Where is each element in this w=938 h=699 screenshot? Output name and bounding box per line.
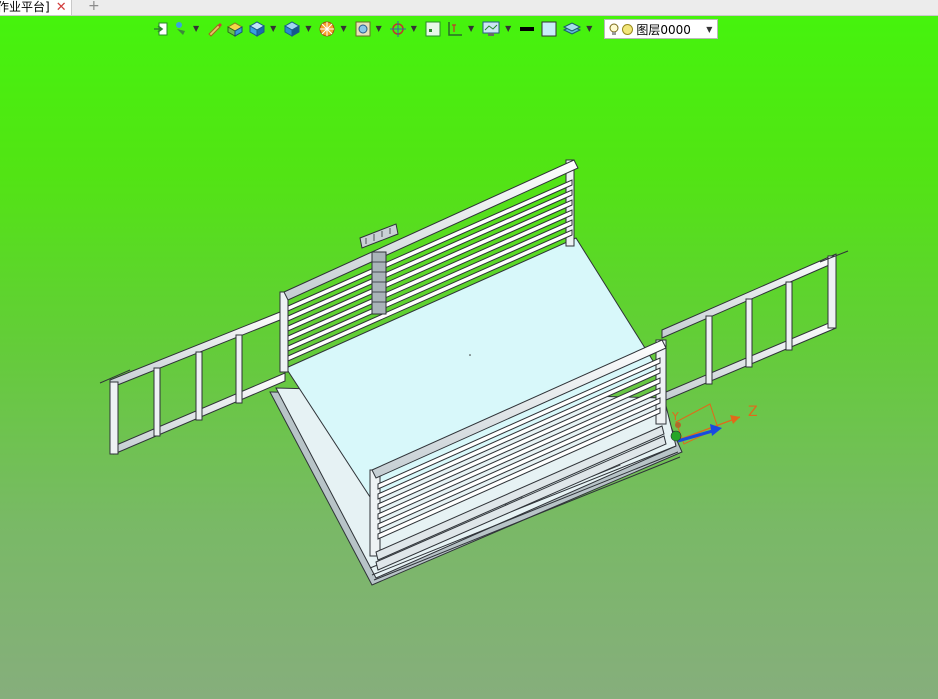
document-tab-bar: 作业平台] ✕ + xyxy=(0,0,938,16)
axis-z-label: Z xyxy=(748,404,758,420)
layer-dropdown-icon[interactable]: ▼ xyxy=(586,19,592,39)
frame-icon[interactable] xyxy=(423,19,443,39)
view-icon[interactable] xyxy=(353,19,373,39)
box-icon[interactable] xyxy=(225,19,245,39)
view-toolbar: ▼ ▼ ▼ ▼ ▼ ▼ ▼ ▼ ▼ 图层0000 ▼ xyxy=(152,18,719,40)
line-color-icon[interactable] xyxy=(517,19,537,39)
new-tab-icon[interactable]: + xyxy=(88,0,100,15)
view-dropdown-icon[interactable]: ▼ xyxy=(376,19,382,39)
pointer-icon[interactable] xyxy=(172,19,190,39)
document-tab-label: 作业平台] xyxy=(0,0,50,14)
layer-dropdown-arrow-icon[interactable]: ▼ xyxy=(706,25,712,34)
center-point xyxy=(469,354,471,356)
cube-icon[interactable] xyxy=(247,19,267,39)
cube-dropdown-icon[interactable]: ▼ xyxy=(270,19,276,39)
right-extension-frame xyxy=(661,250,849,401)
solid-dropdown-icon[interactable]: ▼ xyxy=(305,19,311,39)
layer-name: 图层0000 xyxy=(636,22,691,37)
layer-icon[interactable] xyxy=(561,19,583,39)
layer-select[interactable]: 图层0000 ▼ xyxy=(604,19,719,39)
exit-icon[interactable] xyxy=(152,19,170,39)
axis-y-label: Y xyxy=(671,410,679,423)
fill-color-icon[interactable] xyxy=(539,19,559,39)
solid-icon[interactable] xyxy=(282,19,302,39)
render-icon[interactable] xyxy=(317,19,337,39)
axis-gizmo[interactable]: Z Y xyxy=(670,403,758,445)
left-extension-frame xyxy=(99,309,286,455)
display-icon[interactable] xyxy=(480,19,502,39)
render-dropdown-icon[interactable]: ▼ xyxy=(340,19,346,39)
pencil-icon[interactable] xyxy=(205,19,223,39)
3d-viewport[interactable]: Z Y 作业平台] ✕ + ▼ ▼ ▼ ▼ ▼ ▼ ▼ ▼ ▼ 图层0000 ▼ xyxy=(0,0,938,699)
document-tab[interactable]: 作业平台] ✕ xyxy=(0,0,72,15)
lightbulb-icon[interactable] xyxy=(609,23,619,36)
3d-model-scene[interactable]: Z Y xyxy=(0,0,938,699)
dimension-icon[interactable] xyxy=(445,19,465,39)
pointer-dropdown-icon[interactable]: ▼ xyxy=(193,19,199,39)
layer-status-icon[interactable] xyxy=(622,23,634,35)
display-dropdown-icon[interactable]: ▼ xyxy=(505,19,511,39)
close-icon[interactable]: ✕ xyxy=(56,0,67,15)
snap-dropdown-icon[interactable]: ▼ xyxy=(411,19,417,39)
dimension-dropdown-icon[interactable]: ▼ xyxy=(468,19,474,39)
snap-icon[interactable] xyxy=(388,19,408,39)
